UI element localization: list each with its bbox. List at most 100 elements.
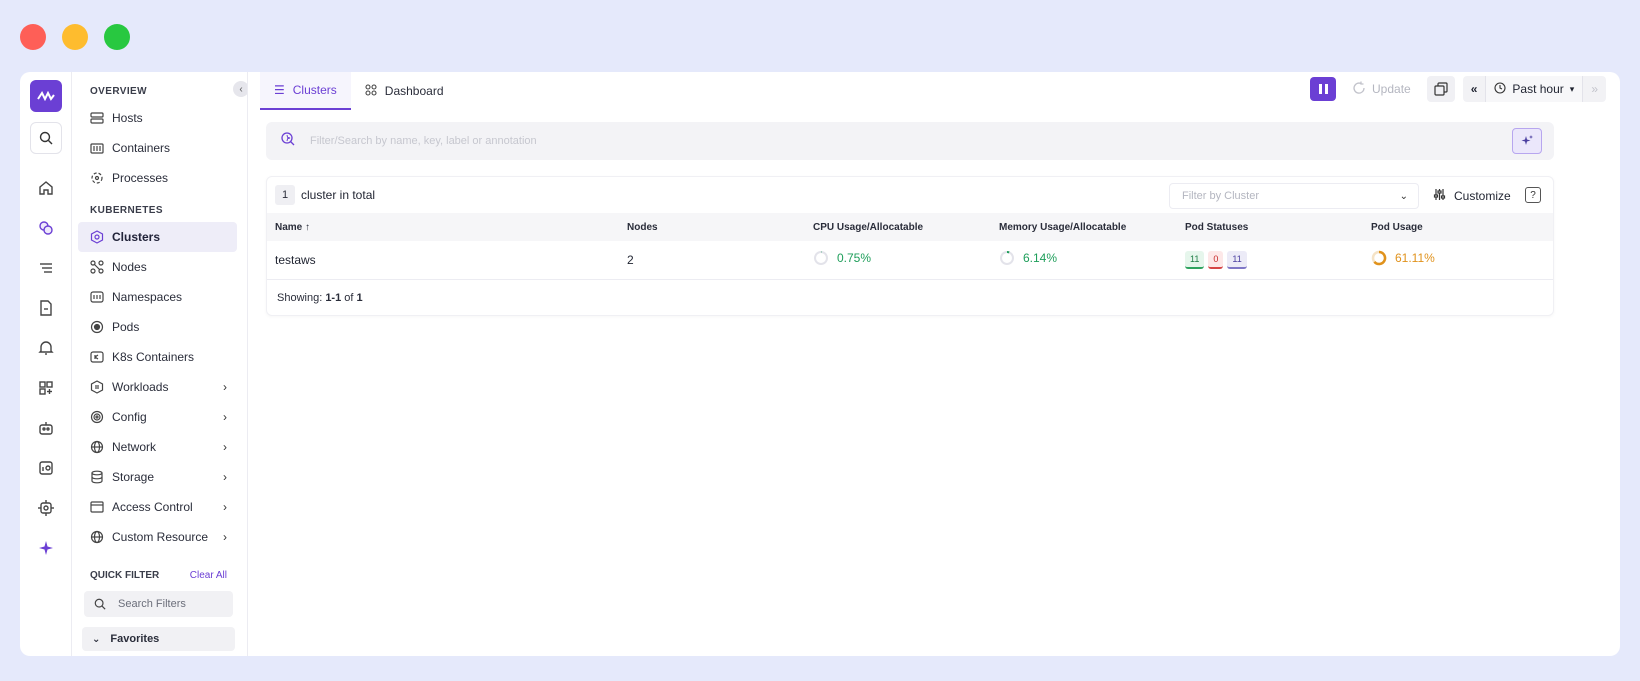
pod-status-running-badge[interactable]: 11 (1185, 250, 1205, 269)
filter-by-cluster-select[interactable]: Filter by Cluster ⌄ (1169, 183, 1419, 209)
cpu-usage-value: 0.75% (837, 251, 872, 266)
search-icon[interactable] (29, 122, 62, 154)
time-range-label: Past hour (1512, 82, 1564, 96)
pause-button[interactable] (1310, 77, 1337, 101)
sidebar-item-label: Config (112, 410, 147, 424)
sidebar-item-namespaces[interactable]: Namespaces (78, 282, 237, 312)
copy-icon[interactable] (1426, 76, 1455, 102)
sparkle-icon[interactable] (30, 528, 62, 568)
next-range-button[interactable]: » (1583, 76, 1606, 102)
cpu-usage-cell: 0.75% (805, 241, 991, 279)
tab-clusters[interactable]: ☰ Clusters (260, 72, 351, 110)
k8s-container-icon (89, 349, 105, 365)
tab-label: Clusters (292, 83, 337, 97)
pod-usage-cell: 61.11% (1363, 241, 1553, 279)
sidebar-item-containers[interactable]: Containers (78, 133, 237, 163)
tab-dashboard[interactable]: Dashboard (351, 72, 458, 110)
close-window-button[interactable] (20, 24, 46, 50)
help-icon[interactable]: ? (1525, 187, 1541, 203)
clusters-icon[interactable] (30, 208, 62, 248)
column-header-nodes[interactable]: Nodes (619, 213, 805, 241)
pod-usage: 61.11% (1371, 250, 1435, 266)
sidebar-item-label: Clusters (112, 230, 161, 244)
sidebar-item-nodes[interactable]: Nodes (78, 252, 237, 282)
dashboard-add-icon[interactable] (30, 368, 62, 408)
icon-rail (20, 72, 72, 656)
user-chart-icon[interactable] (30, 448, 62, 488)
minimize-window-button[interactable] (62, 24, 88, 50)
collapse-sidebar-button[interactable]: ‹ (233, 81, 247, 97)
time-range-control: « Past hour ▾ » (1462, 76, 1606, 102)
document-icon[interactable] (30, 288, 62, 328)
cpu-ring-icon (814, 251, 828, 266)
search-sparkle-icon (280, 131, 296, 152)
double-chevron-right-icon: » (1591, 82, 1598, 96)
sidebar-item-hosts[interactable]: Hosts (78, 103, 237, 133)
home-icon[interactable] (30, 168, 62, 208)
cluster-name[interactable]: testaws (267, 241, 619, 279)
column-header-cpu[interactable]: CPU Usage/Allocatable (805, 213, 991, 241)
maximize-window-button[interactable] (104, 24, 130, 50)
cpu-usage: 0.75% (813, 250, 871, 266)
tab-label: Dashboard (384, 84, 444, 98)
column-header-memory[interactable]: Memory Usage/Allocatable (991, 213, 1177, 241)
sidebar-item-network[interactable]: Network › (78, 432, 237, 462)
app-logo[interactable] (29, 80, 62, 112)
sidebar-item-custom-resource[interactable]: Custom Resource › (78, 522, 237, 552)
globe-icon (89, 439, 105, 455)
favorites-label: Favorites (110, 633, 160, 645)
sidebar-item-processes[interactable]: Processes (78, 163, 237, 193)
sidebar-item-label: Nodes (112, 260, 147, 274)
sidebar-item-label: Pods (112, 320, 140, 334)
column-header-pod-usage[interactable]: Pod Usage (1363, 213, 1553, 241)
customize-label: Customize (1454, 189, 1511, 203)
memory-usage-value: 6.14% (1023, 251, 1058, 266)
kubernetes-section-title: KUBERNETES (90, 205, 163, 216)
sidebar-item-label: Containers (112, 141, 171, 155)
sidebar-item-access-control[interactable]: Access Control › (78, 492, 237, 522)
sidebar-item-pods[interactable]: Pods (78, 312, 237, 342)
sliders-icon (1433, 188, 1446, 204)
logs-icon[interactable] (30, 248, 62, 288)
window-icon (89, 499, 105, 515)
search-filters-input[interactable]: Search Filters (84, 591, 233, 617)
alert-icon[interactable] (30, 328, 62, 368)
sidebar-item-k8s-containers[interactable]: K8s Containers (78, 342, 237, 372)
memory-ring-icon (1000, 251, 1014, 266)
pod-status-badges: 11 0 11 (1185, 250, 1247, 269)
table-row[interactable]: testaws 2 0.75% 6.14% 11 0 11 61.11% (267, 241, 1553, 279)
update-button[interactable]: Update (1344, 81, 1419, 98)
chevron-right-icon: › (223, 380, 227, 394)
time-range-select[interactable]: Past hour ▾ (1485, 76, 1584, 102)
sidebar-item-clusters[interactable]: Clusters (78, 222, 237, 252)
pod-status-failed-badge[interactable]: 0 (1208, 250, 1224, 269)
refresh-icon (1352, 81, 1366, 98)
previous-range-button[interactable]: « (1463, 76, 1486, 102)
chevron-right-icon: › (223, 530, 227, 544)
chevron-right-icon: › (223, 500, 227, 514)
table-summary-header: 1 cluster in total Filter by Cluster ⌄ C… (267, 177, 1553, 213)
customize-button[interactable]: Customize (1425, 183, 1519, 209)
namespace-icon (89, 289, 105, 305)
sidebar-item-workloads[interactable]: Workloads › (78, 372, 237, 402)
container-icon (89, 140, 105, 156)
settings-chip-icon[interactable] (30, 488, 62, 528)
memory-usage: 6.14% (999, 250, 1057, 266)
sidebar-item-config[interactable]: Config › (78, 402, 237, 432)
memory-usage-cell: 6.14% (991, 241, 1177, 279)
ai-assist-button[interactable] (1512, 128, 1542, 154)
column-header-name[interactable]: Name ↑ (267, 213, 619, 241)
clear-all-link[interactable]: Clear All (190, 570, 227, 581)
column-header-pod-statuses[interactable]: Pod Statuses (1177, 213, 1363, 241)
sidebar-item-label: Custom Resource (112, 530, 209, 544)
filter-search-bar[interactable]: Filter/Search by name, key, label or ann… (266, 122, 1554, 160)
filter-search-placeholder: Filter/Search by name, key, label or ann… (310, 135, 537, 147)
config-icon (89, 409, 105, 425)
chevron-right-icon: › (223, 470, 227, 484)
bot-icon[interactable] (30, 408, 62, 448)
sidebar-item-storage[interactable]: Storage › (78, 462, 237, 492)
cluster-count-text: cluster in total (301, 188, 376, 202)
pod-status-total-badge[interactable]: 11 (1227, 250, 1247, 269)
favorites-section[interactable]: ⌄ Favorites (82, 627, 235, 651)
chevron-down-icon: ⌄ (92, 633, 101, 645)
